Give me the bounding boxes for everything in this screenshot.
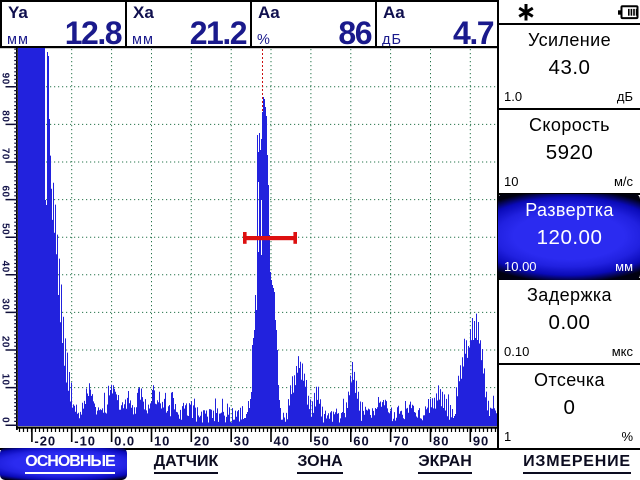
svg-text:70: 70 xyxy=(393,434,409,449)
svg-text:40: 40 xyxy=(0,261,11,273)
svg-text:-20: -20 xyxy=(34,434,56,449)
svg-text:90: 90 xyxy=(473,434,489,449)
svg-text:50: 50 xyxy=(0,223,11,235)
svg-text:60: 60 xyxy=(0,185,11,197)
svg-text:30: 30 xyxy=(0,298,11,310)
svg-text:90: 90 xyxy=(0,73,11,85)
svg-text:60: 60 xyxy=(353,434,369,449)
svg-text:20: 20 xyxy=(0,336,11,348)
svg-text:-10: -10 xyxy=(74,434,96,449)
svg-text:10: 10 xyxy=(154,434,170,449)
svg-text:80: 80 xyxy=(0,110,11,122)
svg-text:0: 0 xyxy=(0,417,11,423)
svg-text:50: 50 xyxy=(313,434,329,449)
svg-text:10: 10 xyxy=(0,373,11,385)
svg-text:30: 30 xyxy=(234,434,250,449)
svg-text:0.0: 0.0 xyxy=(114,434,135,449)
svg-text:20: 20 xyxy=(194,434,210,449)
svg-text:40: 40 xyxy=(274,434,290,449)
svg-text:80: 80 xyxy=(433,434,449,449)
svg-text:70: 70 xyxy=(0,148,11,160)
